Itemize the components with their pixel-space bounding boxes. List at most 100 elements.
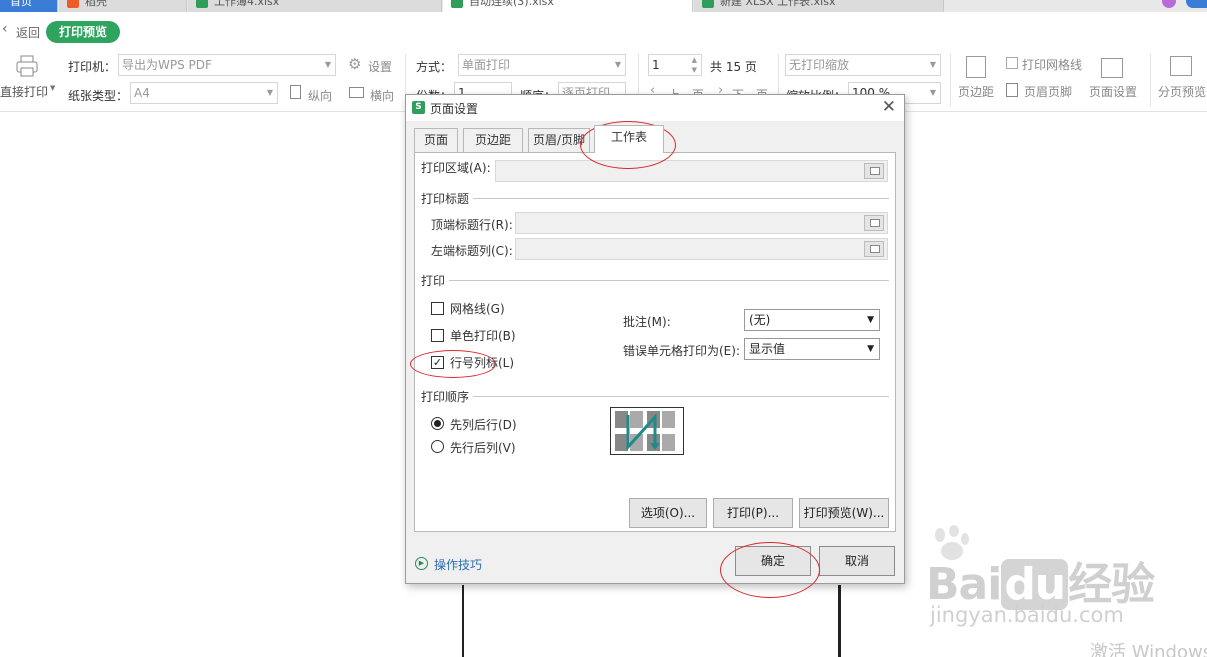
wps-logo-icon: S: [412, 101, 425, 114]
tab-docer[interactable]: 稻壳: [59, 0, 187, 12]
portrait-button[interactable]: 纵向: [308, 87, 332, 104]
header-footer-button[interactable]: 页眉页脚: [1024, 83, 1072, 100]
direct-print-button[interactable]: 直接打印: [0, 83, 48, 100]
landscape-button[interactable]: 横向: [370, 87, 394, 104]
chevron-down-icon: ▼: [867, 315, 874, 325]
tab-margins[interactable]: 页边距: [463, 128, 523, 152]
divider: [449, 280, 889, 281]
page-break-preview-button[interactable]: 分页预览: [1158, 83, 1206, 100]
range-picker-icon[interactable]: [864, 163, 884, 179]
printer-label: 打印机：: [68, 60, 117, 74]
over-then-down-radio[interactable]: [431, 440, 444, 453]
comments-label: 批注(M):: [623, 315, 671, 329]
mode-value: 单面打印: [462, 58, 511, 72]
tab-new-xlsx[interactable]: 新建 XLSX 工作表.xlsx: [694, 0, 944, 12]
print-button[interactable]: 打印(P)...: [713, 498, 793, 528]
page-order-diagram-icon: [610, 407, 684, 455]
printer-value: 导出为WPS PDF: [122, 58, 212, 72]
tab-sheet[interactable]: 工作表: [594, 125, 664, 153]
dialog-title: 页面设置: [430, 102, 479, 116]
annotation-circle-ok: [720, 542, 820, 598]
down-then-over-label: 先列后行(D): [450, 418, 517, 432]
page-number-input[interactable]: 1 ▲ ▼: [648, 54, 702, 76]
left-cols-input[interactable]: [515, 238, 888, 260]
gridlines-label: 网格线(G): [450, 302, 505, 316]
top-rows-input[interactable]: [515, 212, 888, 234]
gridlines-checkbox[interactable]: [1006, 57, 1018, 69]
tab-workbook4[interactable]: 工作簿4.xlsx: [188, 0, 442, 12]
preview-bar: ‹ 返回 打印预览: [0, 12, 1207, 52]
gridlines-label: 打印网格线: [1022, 58, 1083, 72]
watermark-url: jingyan.baidu.com: [930, 603, 1124, 627]
chevron-down-icon: ▼: [867, 344, 874, 354]
tab-auto-continuous[interactable]: 自动连续(3).xlsx: [443, 0, 693, 12]
chevron-down-icon: ▼: [266, 88, 273, 97]
print-preview-button[interactable]: 打印预览(W)...: [799, 498, 889, 528]
mono-print-checkbox[interactable]: [431, 329, 444, 342]
portrait-icon[interactable]: [290, 85, 301, 99]
landscape-icon[interactable]: [349, 87, 364, 98]
spinner-icon[interactable]: ▲ ▼: [692, 55, 697, 75]
cancel-button[interactable]: 取消: [819, 546, 895, 576]
sheet-tab-panel: 打印区域(A): 打印标题 顶端标题行(R): 左端标题列(C): 打印 网格线…: [414, 152, 896, 532]
print-area-input[interactable]: [495, 160, 888, 182]
tab-label: 新建 XLSX 工作表.xlsx: [720, 0, 836, 8]
top-rows-label: 顶端标题行(R):: [431, 218, 513, 232]
chevron-down-icon: ▼: [324, 60, 331, 69]
margins-icon[interactable]: [966, 56, 986, 78]
play-icon[interactable]: ▶: [415, 557, 428, 570]
left-cols-label: 左端标题列(C):: [431, 244, 513, 258]
docer-icon: [67, 0, 79, 8]
comments-select[interactable]: (无) ▼: [744, 309, 880, 331]
paper-type-select[interactable]: A4 ▼: [130, 82, 278, 104]
account-button[interactable]: [1186, 0, 1207, 8]
back-link[interactable]: 返回: [16, 24, 40, 41]
tab-label: 稻壳: [85, 0, 107, 8]
back-arrow-icon[interactable]: ‹: [2, 21, 8, 37]
tab-bar: 首页 稻壳 工作簿4.xlsx 自动连续(3).xlsx 新建 XLSX 工作表…: [0, 0, 1207, 12]
avatar[interactable]: [1162, 0, 1176, 8]
tab-label: 自动连续(3).xlsx: [469, 0, 554, 8]
cell-errors-value: 显示值: [749, 342, 786, 356]
close-icon[interactable]: ✕: [882, 97, 896, 117]
gear-icon[interactable]: ⚙: [348, 55, 361, 73]
tab-label: 首页: [10, 0, 32, 8]
annotation-circle-rowcol: [410, 350, 496, 378]
print-heading: 打印: [421, 274, 446, 288]
header-footer-icon[interactable]: [1006, 83, 1018, 97]
tab-label: 工作簿4.xlsx: [214, 0, 280, 8]
down-then-over-radio[interactable]: [431, 417, 444, 430]
print-scale-select[interactable]: 无打印缩放 ▼: [785, 54, 941, 76]
print-area-label: 打印区域(A):: [421, 161, 491, 175]
page-setup-button[interactable]: 页面设置: [1089, 83, 1137, 100]
range-picker-icon[interactable]: [864, 241, 884, 257]
page-number-value: 1: [652, 58, 660, 72]
margins-button[interactable]: 页边距: [958, 83, 994, 100]
page-setup-dialog: S 页面设置 ✕ 页面 页边距 页眉/页脚 工作表 打印区域(A): 打印标题 …: [405, 94, 905, 584]
cell-errors-label: 错误单元格打印为(E):: [623, 344, 740, 358]
paper-type-label: 纸张类型：: [68, 89, 129, 103]
chevron-down-icon: ▼: [929, 88, 936, 97]
page-break-icon[interactable]: [1170, 56, 1192, 76]
total-pages: 共 15 页: [710, 60, 757, 74]
spreadsheet-icon: [702, 0, 714, 8]
tips-link[interactable]: 操作技巧: [434, 556, 482, 573]
range-picker-icon[interactable]: [864, 215, 884, 231]
printer-settings-button[interactable]: 设置: [368, 58, 392, 75]
divider: [1150, 54, 1151, 106]
options-button[interactable]: 选项(O)...: [629, 498, 707, 528]
spreadsheet-icon: [196, 0, 208, 8]
gridlines-checkbox[interactable]: [431, 302, 444, 315]
cell-errors-select[interactable]: 显示值 ▼: [744, 338, 880, 360]
page-setup-icon[interactable]: [1101, 58, 1123, 78]
mode-select[interactable]: 单面打印 ▼: [458, 54, 626, 76]
tab-home[interactable]: 首页: [0, 0, 58, 12]
chevron-down-icon: ▼: [929, 60, 936, 69]
dialog-titlebar: S 页面设置 ✕: [406, 95, 904, 121]
printer-select[interactable]: 导出为WPS PDF ▼: [118, 54, 336, 76]
tab-page[interactable]: 页面: [414, 128, 458, 152]
divider: [473, 198, 889, 199]
printer-icon[interactable]: [14, 54, 40, 78]
mode-label: 方式：: [416, 60, 453, 74]
chevron-down-icon[interactable]: ▼: [50, 84, 55, 92]
